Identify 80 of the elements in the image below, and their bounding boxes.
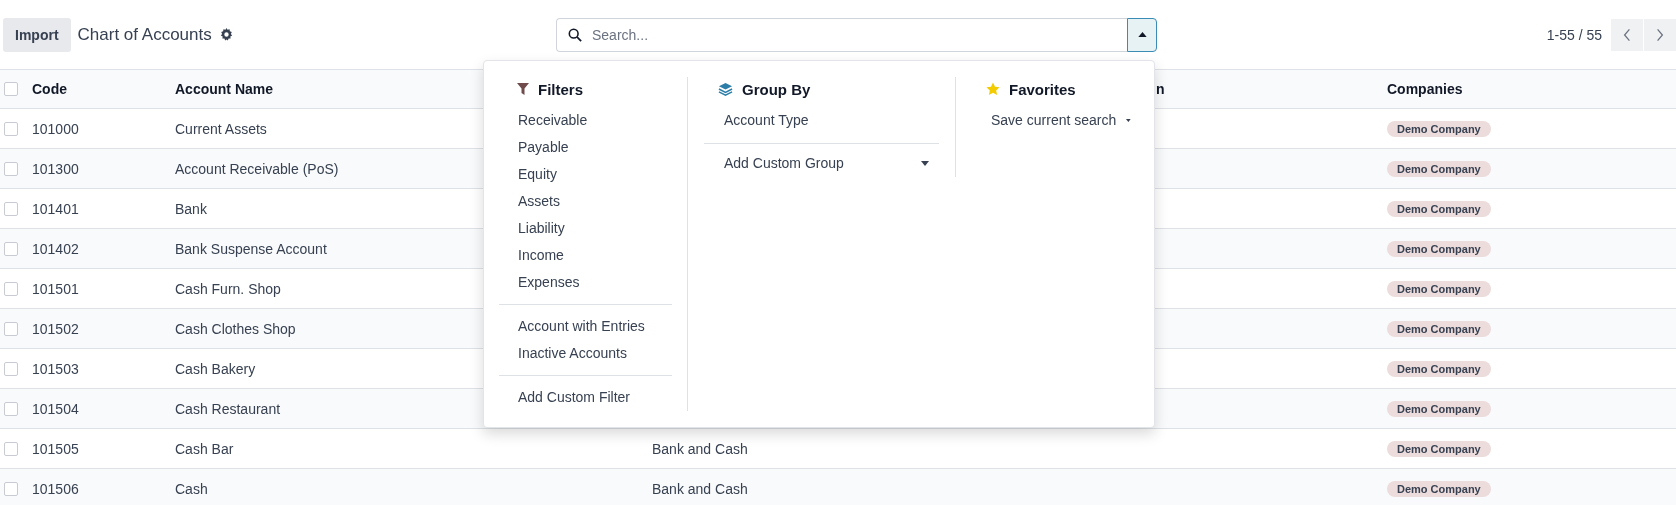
group-by-heading: Group By [742,80,811,98]
row-checkbox[interactable] [4,161,18,176]
select-all-checkbox[interactable] [4,82,18,96]
table-cell: 101501 [32,280,79,297]
company-tag: Demo Company [1387,121,1491,137]
table-cell: 101401 [32,200,79,217]
company-tag: Demo Company [1387,241,1491,257]
search-icon [568,27,582,42]
chevron-right-icon [1656,27,1664,42]
company-tag: Demo Company [1387,361,1491,377]
page-title: Chart of Accounts [77,24,212,45]
filter-option[interactable]: Expenses [499,269,672,296]
table-cell: Bank and Cash [652,480,748,497]
row-checkbox[interactable] [4,441,18,456]
pager-value: 1-55 / 55 [1546,26,1602,43]
table-cell: Bank Suspense Account [175,240,327,257]
table-cell: 101503 [32,360,79,377]
layers-icon [718,81,733,97]
company-tag: Demo Company [1387,201,1491,217]
gear-icon[interactable] [219,28,233,41]
import-button[interactable]: Import [3,17,71,52]
chevron-left-icon [1623,27,1631,42]
table-cell: Cash Furn. Shop [175,280,281,297]
favorites-heading: Favorites [1009,80,1076,98]
table-cell: Cash Bar [175,440,234,457]
search-panel-toggle[interactable] [1127,17,1157,52]
company-tag: Demo Company [1387,481,1491,497]
table-cell: 101300 [32,160,79,177]
filter-option[interactable]: Account with Entries [499,313,672,340]
column-header[interactable]: Companies [1387,81,1463,97]
filter-option[interactable]: Income [499,242,672,269]
filter-option[interactable]: Receivable [499,107,672,134]
table-cell: 101502 [32,320,79,337]
company-tag: Demo Company [1387,441,1491,457]
column-header[interactable]: Code [32,81,67,97]
filter-option[interactable]: Assets [499,188,672,215]
filter-icon [517,83,529,95]
row-checkbox[interactable] [4,401,18,416]
table-cell: 101402 [32,240,79,257]
company-tag: Demo Company [1387,401,1491,417]
table-cell: Cash Restaurant [175,400,281,417]
column-header[interactable]: n [1156,81,1165,97]
filter-option[interactable]: Payable [499,134,672,161]
row-checkbox[interactable] [4,321,18,336]
row-checkbox[interactable] [4,281,18,296]
company-tag: Demo Company [1387,321,1491,337]
row-checkbox[interactable] [4,361,18,376]
table-cell: Current Assets [175,120,267,137]
caret-icon [921,161,929,166]
table-cell: Bank and Cash [652,440,748,457]
table-cell: Cash [175,480,208,497]
search-field[interactable]: Search... [556,17,1127,52]
row-checkbox[interactable] [4,481,18,496]
row-checkbox[interactable] [4,201,18,216]
add-custom-group-select[interactable]: Add Custom Group [704,150,939,177]
save-current-search-button[interactable]: Save current search [986,107,1131,134]
filter-option[interactable]: Add Custom Filter [499,384,672,411]
table-cell: 101000 [32,120,79,137]
column-header[interactable]: Account Name [175,81,274,97]
filter-option[interactable]: Inactive Accounts [499,340,672,367]
star-icon [986,82,1000,96]
table-cell: Account Receivable (PoS) [175,160,339,177]
table-cell: 101504 [32,400,79,417]
group-by-option[interactable]: Account Type [704,107,939,134]
row-checkbox[interactable] [4,241,18,256]
filter-option[interactable]: Equity [499,161,672,188]
table-cell: Bank [175,200,207,217]
row-checkbox[interactable] [4,121,18,136]
table-cell: Cash Bakery [175,360,256,377]
filter-option[interactable]: Liability [499,215,672,242]
previous-button[interactable] [1611,18,1643,51]
company-tag: Demo Company [1387,281,1491,297]
company-tag: Demo Company [1387,161,1491,177]
caret-icon [1126,118,1131,123]
table-cell: 101506 [32,480,79,497]
caret-icon [1137,32,1147,37]
table-cell: 101505 [32,440,79,457]
next-button[interactable] [1644,18,1676,51]
filters-heading: Filters [538,80,583,98]
table-cell: Cash Clothes Shop [175,320,296,337]
